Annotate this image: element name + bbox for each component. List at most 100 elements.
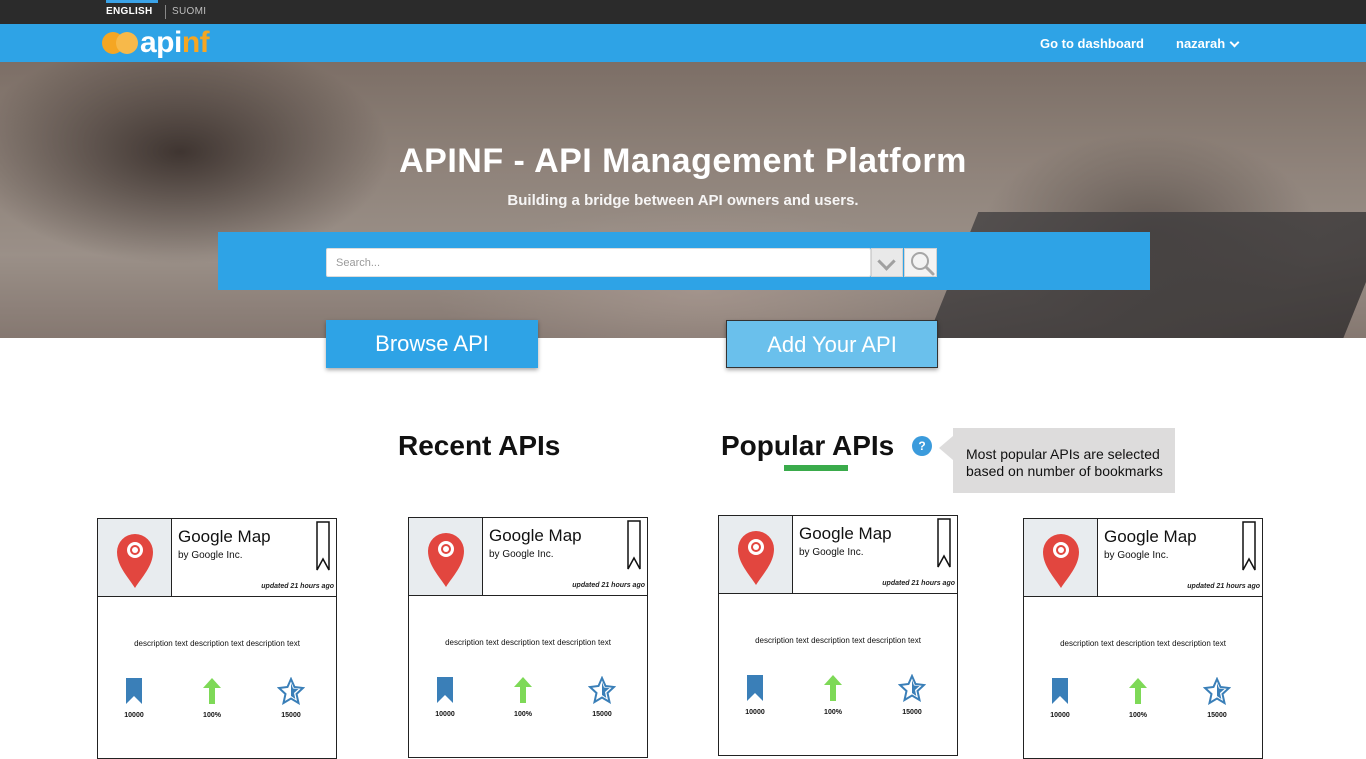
api-description: description text description text descri… [445, 638, 611, 647]
search-filter-dropdown[interactable] [871, 248, 903, 277]
logo-wordmark: apinf [140, 26, 210, 59]
bookmark-outline-icon[interactable] [316, 521, 330, 571]
api-updated: updated 21 hours ago [882, 580, 955, 587]
api-name[interactable]: Google Map [489, 526, 582, 546]
api-name[interactable]: Google Map [178, 527, 271, 547]
bookmark-icon [1052, 678, 1068, 704]
bookmarks-count: 10000 [745, 709, 765, 716]
api-thumbnail [409, 518, 483, 596]
bookmarks-stat: 10000 [104, 677, 164, 719]
api-name[interactable]: Google Map [799, 524, 892, 544]
arrow-up-icon [514, 677, 532, 703]
username: nazarah [1176, 36, 1226, 51]
bookmark-icon [747, 675, 763, 701]
api-updated: updated 21 hours ago [572, 582, 645, 589]
browse-api-button[interactable]: Browse API [326, 320, 538, 368]
rating-stat: 15000 [572, 675, 632, 718]
api-card[interactable]: Google Map by Google Inc. updated 21 hou… [97, 518, 337, 759]
popularity-stat: 100% [803, 674, 863, 716]
rating-stat: 15000 [1187, 676, 1247, 719]
search-icon [911, 252, 935, 276]
bookmarks-count: 10000 [124, 712, 144, 719]
map-pin-icon [738, 531, 774, 585]
rating-count: 15000 [902, 709, 922, 716]
bookmark-outline-icon[interactable] [937, 518, 951, 568]
api-thumbnail [98, 519, 172, 597]
api-card-header: Google Map by Google Inc. updated 21 hou… [483, 518, 647, 596]
popularity-percent: 100% [824, 709, 842, 716]
api-card-header: Google Map by Google Inc. updated 21 hou… [172, 519, 336, 597]
popularity-percent: 100% [514, 711, 532, 718]
recent-apis-heading: Recent APIs [398, 430, 561, 461]
api-updated: updated 21 hours ago [261, 583, 334, 590]
popularity-stat: 100% [1108, 677, 1168, 719]
popular-underline [784, 465, 848, 471]
popular-apis-heading: Popular APIs [721, 430, 895, 461]
chevron-down-icon [1229, 37, 1240, 48]
star-icon [587, 675, 617, 705]
api-description: description text description text descri… [1060, 639, 1226, 648]
api-card[interactable]: Google Map by Google Inc. updated 21 hou… [1023, 518, 1263, 759]
popularity-stat: 100% [493, 676, 553, 718]
logo-dot-icon [116, 32, 138, 54]
search-bar: Search... [218, 232, 1150, 290]
api-description: description text description text descri… [134, 639, 300, 648]
api-card[interactable]: Google Map by Google Inc. updated 21 hou… [718, 515, 958, 756]
api-thumbnail [1024, 519, 1098, 597]
popular-tooltip: Most popular APIs are selected based on … [939, 428, 1175, 493]
go-to-dashboard-link[interactable]: Go to dashboard [1040, 36, 1144, 51]
arrow-up-icon [824, 675, 842, 701]
hero-banner: APINF - API Management Platform Building… [0, 62, 1366, 338]
bookmark-outline-icon[interactable] [627, 520, 641, 570]
bookmarks-count: 10000 [435, 711, 455, 718]
star-icon [1202, 676, 1232, 706]
star-icon [897, 673, 927, 703]
api-description: description text description text descri… [755, 636, 921, 645]
api-owner: by Google Inc. [1104, 550, 1169, 561]
bookmarks-stat: 10000 [415, 676, 475, 718]
hero-subtitle: Building a bridge between API owners and… [507, 192, 859, 209]
rating-count: 15000 [281, 712, 301, 719]
api-card-header: Google Map by Google Inc. updated 21 hou… [1098, 519, 1262, 597]
arrow-up-icon [203, 678, 221, 704]
map-pin-icon [428, 533, 464, 587]
arrow-up-icon [1129, 678, 1147, 704]
chevron-down-icon [877, 252, 896, 271]
search-input[interactable]: Search... [326, 248, 871, 277]
user-menu[interactable]: nazarah [1176, 36, 1240, 51]
rating-stat: 15000 [261, 676, 321, 719]
popularity-percent: 100% [203, 712, 221, 719]
api-card[interactable]: Google Map by Google Inc. updated 21 hou… [408, 517, 648, 758]
api-thumbnail [719, 516, 793, 594]
bookmark-outline-icon[interactable] [1242, 521, 1256, 571]
apinf-logo[interactable]: apinf [102, 26, 210, 59]
popularity-percent: 100% [1129, 712, 1147, 719]
search-button[interactable] [904, 248, 937, 277]
hero-title: APINF - API Management Platform [399, 142, 967, 180]
api-card-header: Google Map by Google Inc. updated 21 hou… [793, 516, 957, 594]
bookmarks-stat: 10000 [1030, 677, 1090, 719]
language-english[interactable]: ENGLISH [106, 0, 158, 17]
api-name[interactable]: Google Map [1104, 527, 1197, 547]
api-owner: by Google Inc. [799, 547, 864, 558]
help-icon[interactable]: ? [912, 436, 932, 456]
top-navbar: apinf Go to dashboard nazarah [0, 24, 1366, 62]
language-divider [165, 5, 166, 19]
language-bar: ENGLISH SUOMI [0, 0, 1366, 24]
rating-count: 15000 [1207, 712, 1227, 719]
api-updated: updated 21 hours ago [1187, 583, 1260, 590]
rating-count: 15000 [592, 711, 612, 718]
star-icon [276, 676, 306, 706]
rating-stat: 15000 [882, 673, 942, 716]
bookmarks-stat: 10000 [725, 674, 785, 716]
bookmark-icon [126, 678, 142, 704]
add-your-api-button[interactable]: Add Your API [726, 320, 938, 368]
map-pin-icon [117, 534, 153, 588]
popularity-stat: 100% [182, 677, 242, 719]
api-owner: by Google Inc. [489, 549, 554, 560]
language-suomi[interactable]: SUOMI [172, 6, 206, 17]
bookmarks-count: 10000 [1050, 712, 1070, 719]
map-pin-icon [1043, 534, 1079, 588]
api-owner: by Google Inc. [178, 550, 243, 561]
bookmark-icon [437, 677, 453, 703]
